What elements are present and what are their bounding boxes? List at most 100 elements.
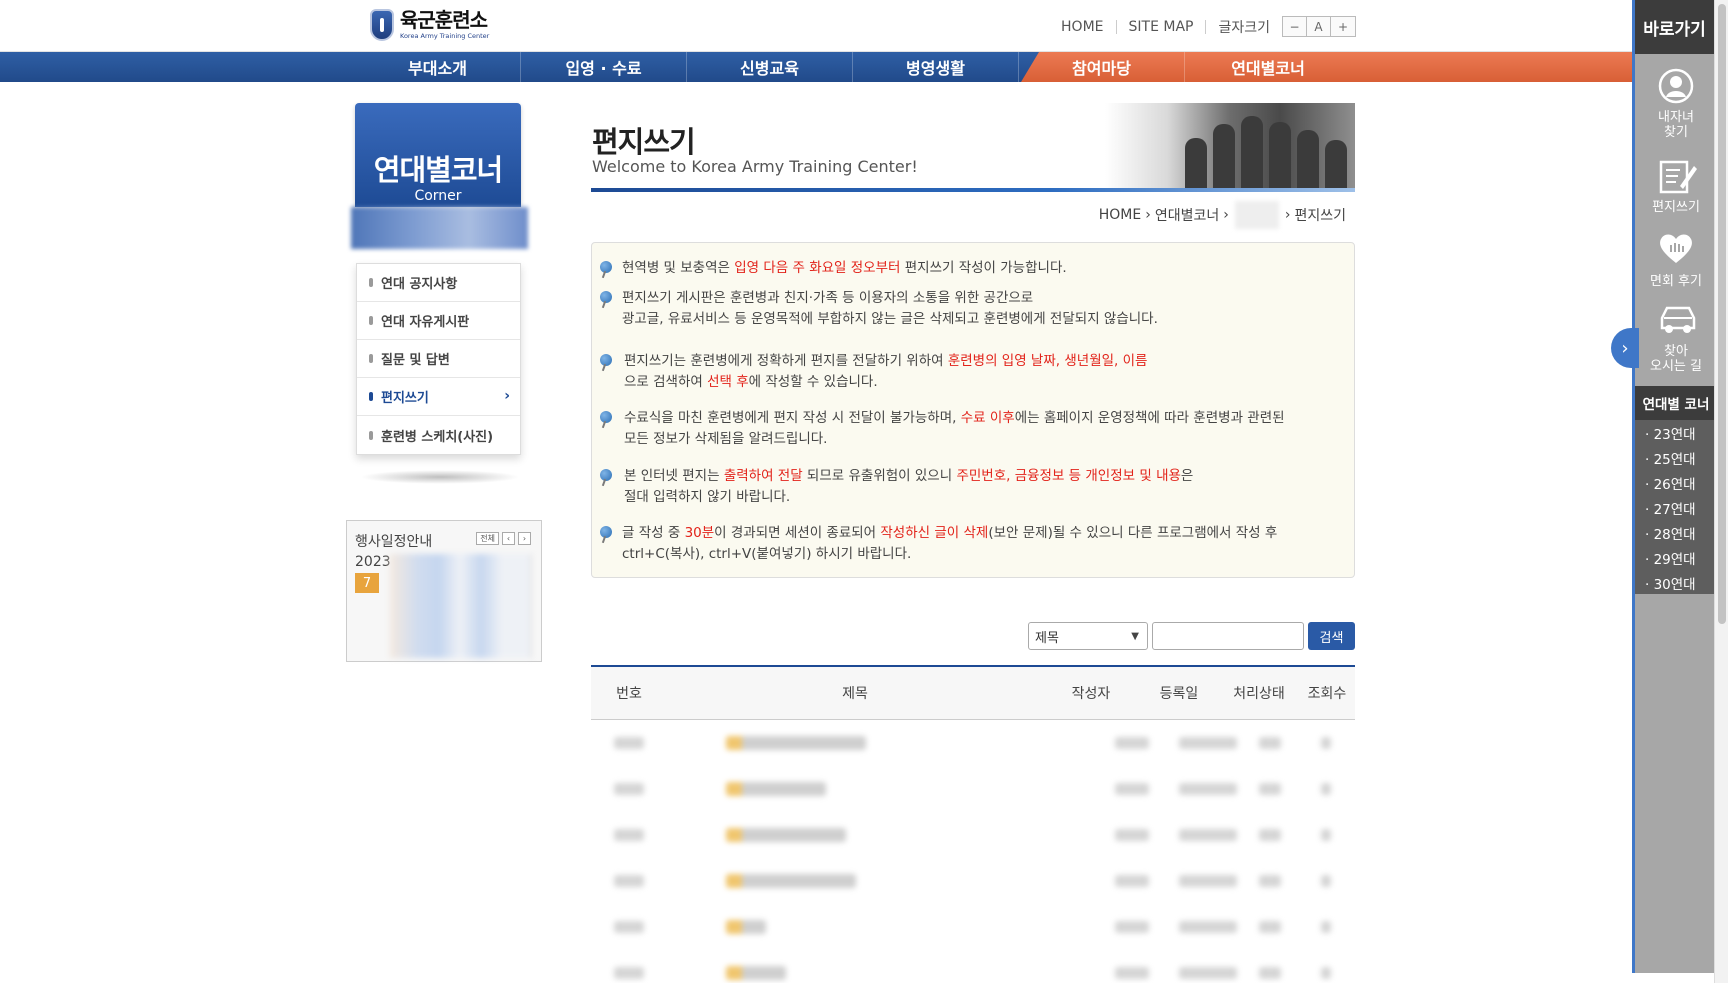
pin-icon <box>600 411 614 427</box>
chevron-right-icon[interactable]: › <box>518 532 531 545</box>
notice-item: 글 작성 중 30분이 경과되면 세션이 종료되어 작성하신 글이 삭제(보안 … <box>622 523 1277 565</box>
notice-text: 모든 정보가 삭제됨을 알려드립니다. <box>624 431 828 447</box>
chevron-left-icon[interactable]: ‹ <box>502 532 515 545</box>
quick-label: 편지쓰기 <box>1652 200 1700 215</box>
search-field-select[interactable]: 제목 ▼ <box>1028 622 1148 650</box>
chevron-right-icon: › <box>1621 337 1629 359</box>
quick-label: 찾아 오시는 길 <box>1650 344 1702 374</box>
table-cell-blurred <box>726 920 766 934</box>
sidebar-item-notice[interactable]: 연대 공지사항 <box>357 264 520 302</box>
sidebar-item-label: 연대 자유게시판 <box>381 315 470 330</box>
page-scrollbar[interactable] <box>1714 0 1728 983</box>
table-cell-blurred <box>726 828 846 842</box>
breadcrumb-corner[interactable]: 연대별코너 <box>1155 205 1219 225</box>
col-number: 번호 <box>616 686 642 702</box>
sidebar-subtitle: Corner <box>414 188 462 204</box>
table-cell-blurred <box>1321 829 1331 841</box>
search-input[interactable] <box>1152 622 1304 650</box>
soldier-silhouette <box>1325 140 1347 188</box>
quick-visit-review[interactable]: 면회 후기 <box>1635 232 1717 289</box>
font-decrease-button[interactable]: − <box>1283 17 1307 36</box>
notice-text: 에는 홈페이지 운영정책에 따라 훈련병과 관련된 <box>1014 410 1285 426</box>
bullet-icon <box>369 278 373 287</box>
breadcrumb-current: 편지쓰기 <box>1294 208 1346 224</box>
scrollbar-thumb[interactable] <box>1718 4 1726 624</box>
regiment-link[interactable]: · 27연대 <box>1635 495 1717 520</box>
sidebar-shadow <box>360 470 520 484</box>
table-row[interactable] <box>591 858 1355 904</box>
nav-item-regiment-corner[interactable]: 연대별코너 <box>1185 52 1351 82</box>
nav-item-training[interactable]: 신병교육 <box>687 52 853 82</box>
regiment-link[interactable]: · 26연대 <box>1635 470 1717 495</box>
pin-icon <box>600 354 614 370</box>
notice-text: (보안 문제)될 수 있으니 다른 프로그램에서 작성 후 <box>988 525 1278 541</box>
army-emblem-icon <box>370 9 394 41</box>
regiment-link[interactable]: · 25연대 <box>1635 445 1717 470</box>
quick-write-letter[interactable]: 편지쓰기 <box>1635 158 1717 215</box>
sidebar-item-free-board[interactable]: 연대 자유게시판 <box>357 302 520 340</box>
pin-icon <box>600 261 614 277</box>
chevron-right-icon: › <box>504 388 510 404</box>
sidebar-item-sketch-photos[interactable]: 훈련병 스케치(사진) <box>357 416 520 454</box>
table-cell-blurred <box>1259 829 1281 841</box>
table-cell-blurred <box>614 783 644 795</box>
regiment-link[interactable]: · 30연대 <box>1635 570 1717 595</box>
table-row[interactable] <box>591 904 1355 950</box>
sidebar-item-label: 편지쓰기 <box>381 391 429 406</box>
notice-text: 에 작성할 수 있습니다. <box>748 374 878 390</box>
calendar-controls: 전체 ‹ › <box>476 532 531 545</box>
table-row[interactable] <box>591 950 1355 983</box>
table-cell-blurred <box>1259 737 1281 749</box>
logo-subtitle: Korea Army Training Center <box>400 32 490 41</box>
sidebar-item-qna[interactable]: 질문 및 답변 <box>357 340 520 378</box>
table-cell-blurred <box>1115 783 1149 795</box>
quick-find-child[interactable]: 내자녀 찾기 <box>1635 68 1717 140</box>
table-header: 번호 제목 작성자 등록일 처리상태 조회수 <box>591 665 1355 720</box>
font-size-label: 글자크기 <box>1218 19 1270 36</box>
table-row[interactable] <box>591 766 1355 812</box>
notice-highlight: 수료 이후 <box>960 410 1015 426</box>
pin-icon <box>600 469 614 485</box>
calendar-all-button[interactable]: 전체 <box>476 532 499 545</box>
table-cell-blurred <box>1321 967 1331 979</box>
sidebar-title: 연대별코너 <box>373 153 503 187</box>
regiment-link[interactable]: · 28연대 <box>1635 520 1717 545</box>
site-logo[interactable]: 육군훈련소 Korea Army Training Center <box>370 9 489 41</box>
table-cell-blurred <box>1259 967 1281 979</box>
nav-item-barracks-life[interactable]: 병영생활 <box>853 52 1019 82</box>
notice-text: 편지쓰기 작성이 가능합니다. <box>900 260 1067 276</box>
nav-item-unit-intro[interactable]: 부대소개 <box>355 52 521 82</box>
table-cell-blurred <box>1115 829 1149 841</box>
notice-line: 절대 입력하지 않기 바랍니다. <box>624 487 1193 508</box>
quick-directions[interactable]: 찾아 오시는 길 <box>1635 302 1717 374</box>
font-reset-button[interactable]: A <box>1307 17 1331 36</box>
soldier-silhouette <box>1213 124 1235 188</box>
calendar-title: 행사일정안내 <box>355 534 433 550</box>
nav-item-participation[interactable]: 참여마당 <box>1019 52 1185 82</box>
table-row[interactable] <box>591 720 1355 766</box>
calendar-month: 7 <box>355 573 379 593</box>
soldier-silhouette <box>1269 122 1291 188</box>
notice-item: 수료식을 마친 훈련병에게 편지 작성 시 전달이 불가능하며, 수료 이후에는… <box>624 408 1285 450</box>
notice-line: 현역병 및 보충역은 입영 다음 주 화요일 정오부터 편지쓰기 작성이 가능합… <box>622 258 1067 279</box>
regiment-link[interactable]: · 23연대 <box>1635 420 1717 445</box>
bullet-icon <box>369 392 373 401</box>
sidebar-item-label: 훈련병 스케치(사진) <box>381 429 494 445</box>
font-increase-button[interactable]: + <box>1331 17 1355 36</box>
sidebar-item-write-letter[interactable]: 편지쓰기 › <box>357 378 520 416</box>
quick-panel-toggle[interactable]: › <box>1611 328 1639 368</box>
sidebar-banner-blurred <box>351 207 528 249</box>
search-button[interactable]: 검색 <box>1308 622 1355 650</box>
nav-item-enlistment[interactable]: 입영 · 수료 <box>521 52 687 82</box>
sitemap-link[interactable]: SITE MAP <box>1129 19 1194 35</box>
breadcrumb-home[interactable]: HOME <box>1099 207 1141 223</box>
chevron-right-icon: › <box>1223 207 1229 223</box>
notice-line: 광고글, 유료서비스 등 운영목적에 부합하지 않는 글은 삭제되고 훈련병에게… <box>622 309 1158 330</box>
regiment-link[interactable]: · 29연대 <box>1635 545 1717 570</box>
table-row[interactable] <box>591 812 1355 858</box>
notice-line: 본 인터넷 편지는 출력하여 전달 되므로 유출위험이 있으니 주민번호, 금융… <box>624 466 1193 487</box>
col-date: 등록일 <box>1159 686 1199 702</box>
home-link[interactable]: HOME <box>1061 19 1103 35</box>
quick-panel: 바로가기 내자녀 찾기 편지쓰기 면회 후기 찾아 오시는 길 연대별 코너 ·… <box>1632 0 1717 973</box>
table-cell-blurred <box>1115 875 1149 887</box>
